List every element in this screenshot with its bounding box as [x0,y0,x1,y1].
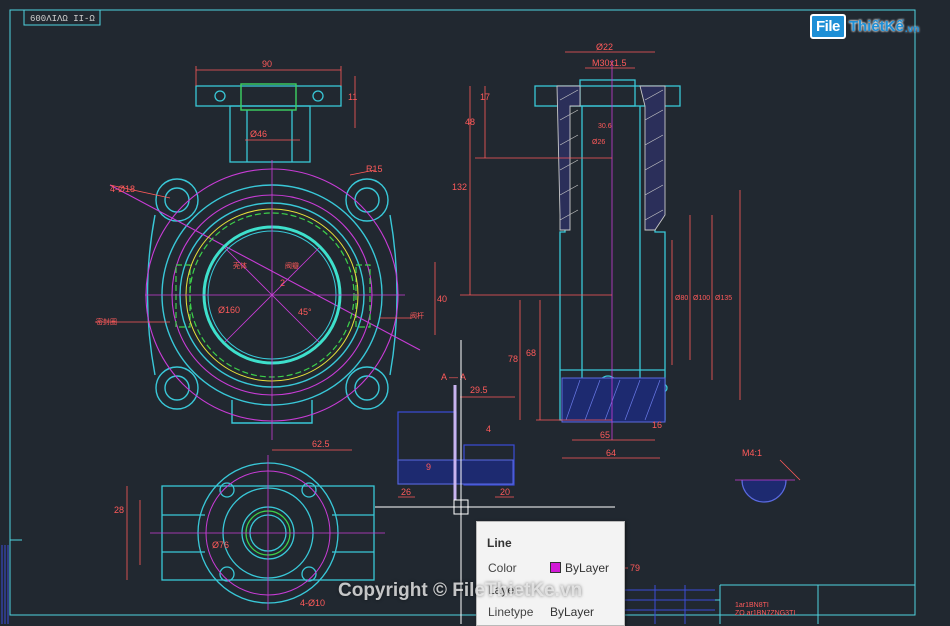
tooltip-color-text: ByLayer [565,561,610,575]
ref-79: 79 [630,563,640,573]
top-left-title-box: 600ΛΙΛΩ ΙΙ-Ω [23,9,101,26]
copyright-watermark: Copyright © FileThietKe.vn [338,580,583,601]
color-swatch-icon [550,562,561,573]
dim-top-width: 90 [262,59,272,69]
dim-flange-bore: Ø46 [250,129,267,139]
logo-domain: .vn [904,23,920,35]
front-view[interactable]: 90 11 Ø46 4-Ø18 R15 Ø160 45° 2 40 62.5 壳… [95,59,447,451]
dim-right-132: 132 [452,182,467,192]
dim-bottom-bolts: 4-Ø10 [300,598,325,608]
dim-section-29-5: 29.5 [470,385,488,395]
drawing-frame [9,9,916,624]
dim-right-16: 16 [652,420,662,430]
dim-section-4: 4 [486,424,491,434]
dim-detail-scale: M4:1 [742,448,762,458]
dim-right-48: 48 [465,117,475,127]
cad-drawing-canvas[interactable]: 600ΛΙΛΩ ΙΙ-Ω 90 11 Ø46 4-Ø18 R15 Ø160 45… [0,0,950,624]
dim-right-17: 17 [480,92,490,102]
callout-3: 密封圈 [96,317,117,326]
dim-right-65: 65 [600,430,610,440]
site-logo: File ThiếtKế .vn [810,12,919,40]
section-view[interactable]: Ø22 M30x1.5 17 48 132 78 68 30.6 Ø26 Ø10… [452,42,741,459]
top-left-label: 600ΛΙΛΩ ΙΙ-Ω [30,14,95,24]
dim-bolt-holes: 4-Ø18 [110,184,135,194]
dim-right-78: 78 [508,354,518,364]
dim-angle: 45° [298,307,312,317]
title-line-2: ZO ar1BN7ZNG3TI [735,610,795,617]
dim-right-dia-a: Ø100 [693,295,710,302]
tooltip-linetype-label: Linetype [488,605,534,619]
callout-4: 阀杆 [410,311,424,320]
title-line-1: 1ar1BN8TI [735,602,769,609]
dim-right-64: 64 [606,448,616,458]
dim-bottom-28: 28 [114,505,124,515]
dim-right-30-6: 30.6 [598,123,612,130]
tooltip-title: Line [487,536,512,550]
dim-section-20: 20 [500,487,510,497]
dim-top-height: 11 [348,92,357,102]
left-margin-strip [1,545,9,624]
dim-right-dia-c: Ø80 [675,295,688,302]
view-label-a-a: A — A [441,372,466,382]
dim-radius: R15 [366,164,383,174]
detail-view[interactable]: M4:1 [735,448,801,503]
dim-bottom-width: 62.5 [312,439,330,449]
dim-right-68: 68 [526,348,536,358]
dim-section-26: 26 [401,487,411,497]
dim-right-stem: M30x1.5 [592,58,627,68]
dim-right-dia-b: Ø135 [715,295,732,302]
tooltip-linetype-value: ByLayer [550,605,595,619]
dim-right-26: Ø26 [592,139,605,146]
dim-bottom-76: Ø76 [212,540,229,550]
dim-side-40: 40 [437,294,447,304]
dim-label-a: 2 [280,278,285,288]
tooltip-color-value: ByLayer [550,561,609,575]
dim-right-top: Ø22 [596,42,613,52]
line-properties-tooltip: Line Color ByLayer Layer Linetype ByLaye… [476,521,625,626]
tooltip-color-label: Color [488,561,517,575]
callout-1: 壳体 [233,261,247,270]
section-a-a[interactable]: A — A 29.5 9 26 20 4 [397,372,515,500]
callout-2: 阀瓣 [285,261,299,270]
dim-body-dia: Ø160 [218,305,240,315]
logo-brand: File [810,13,846,39]
dim-section-9: 9 [426,462,431,472]
logo-name: ThiếtKế [848,17,904,35]
